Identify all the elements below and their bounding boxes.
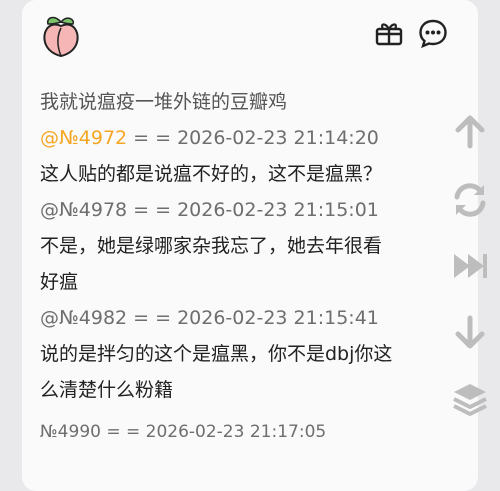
reply-meta[interactable]: @№4978 = = 2026-02-23 21:15:01: [40, 192, 440, 228]
thread-header: [22, 0, 478, 76]
post-text: 我就说瘟疫一堆外链的豆瓣鸡: [40, 91, 288, 113]
quote-link[interactable]: @№4972: [40, 127, 127, 149]
post-text: 这人贴的都是说瘟不好的，这不是瘟黑？: [40, 163, 383, 185]
post-text: 不是，她是绿哪家杂我忘了，她去年很看: [40, 235, 383, 257]
reply-meta[interactable]: @№4982 = = 2026-02-23 21:15:41: [40, 300, 440, 336]
post-text: 好瘟: [40, 271, 79, 293]
fast-forward-icon[interactable]: [450, 246, 490, 286]
peach-icon: [43, 16, 79, 58]
refresh-icon[interactable]: [450, 180, 490, 220]
arrow-up-icon[interactable]: [450, 112, 490, 152]
thread-body: 我就说瘟疫一堆外链的豆瓣鸡 @№4972 = = 2026-02-23 21:1…: [40, 84, 440, 450]
post-text: 么清楚什么粉籍: [40, 379, 174, 401]
arrow-down-icon[interactable]: [450, 312, 490, 352]
post-text: 说的是拌匀的这个是瘟黑，你不是dbj你这: [40, 343, 393, 365]
layers-icon[interactable]: [450, 380, 490, 420]
reply-meta: @№4972 = = 2026-02-23 21:14:20: [40, 127, 379, 149]
gift-icon[interactable]: [374, 18, 404, 48]
chat-bubble-icon[interactable]: [418, 18, 448, 48]
thread-card: 我就说瘟疫一堆外链的豆瓣鸡 @№4972 = = 2026-02-23 21:1…: [22, 0, 478, 491]
post-number-timestamp: №4990 = = 2026-02-23 21:17:05: [40, 422, 327, 442]
